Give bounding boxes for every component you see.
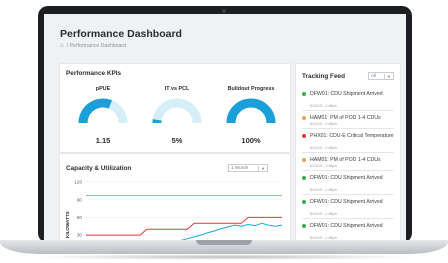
status-dot-icon: [302, 92, 306, 96]
feed-item-time: 8/10/15 - 1:48pm: [310, 146, 338, 150]
status-dot-icon: [302, 200, 306, 204]
gauge-buildout-progress: Buildout Progress 100%: [220, 86, 282, 145]
feed-divider: [302, 128, 394, 129]
feed-item-time: 8/10/15 - 1:48pm: [310, 164, 338, 168]
tracking-feed-panel: Tracking Feed All ▼ DFW01: CDU Shipment …: [296, 64, 400, 240]
status-dot-icon: [302, 116, 306, 120]
home-icon[interactable]: ⌂: [60, 43, 64, 49]
laptop-base-notch: [196, 240, 252, 245]
feed-divider: [302, 218, 394, 219]
camera-icon: [222, 9, 226, 13]
status-dot-icon: [302, 134, 306, 138]
feed-filter-select[interactable]: All ▼: [368, 72, 394, 80]
gauge-fill: [78, 98, 113, 124]
gauge-fill: [226, 98, 276, 124]
kpi-panel-title: Performance KPIs: [66, 70, 122, 77]
gauge-value: 100%: [241, 136, 261, 145]
laptop-shadow: [30, 254, 418, 260]
feed-divider: [302, 110, 394, 111]
feed-divider: [302, 152, 394, 153]
capacity-panel: Capacity & Utilization 1 Month ▼ 120 90 60…: [60, 154, 290, 240]
gauge-dial: [78, 98, 128, 124]
gauge-ppue: pPUE 1.15: [72, 86, 134, 145]
status-dot-icon: [302, 176, 306, 180]
feed-item-text: DFW01: CDU Shipment Arrived: [310, 175, 383, 181]
feed-item-time: 8/10/15 - 1:48pm: [310, 236, 338, 240]
feed-item-time: 8/10/15 - 1:48pm: [310, 212, 338, 216]
gauge-label: Buildout Progress: [227, 86, 275, 92]
feed-item-text: HAM01: PM of POD 1-4 CDUs: [310, 115, 381, 121]
feed-item-text: DFW01: CDU Shipment Arrived: [310, 223, 383, 229]
feed-divider: [302, 170, 394, 171]
chevron-down-icon: ▼: [384, 73, 391, 79]
gauge-dial: [152, 98, 202, 124]
feed-divider: [302, 194, 394, 195]
series-line: [180, 222, 283, 240]
capacity-chart: 120 90 60 30 KILOWATTS: [65, 180, 283, 240]
y-tick-label: 30: [77, 233, 83, 238]
gauge-track: [152, 98, 202, 124]
gauge-label: pPUE: [95, 86, 111, 92]
status-dot-icon: [302, 224, 306, 228]
kpi-panel: Performance KPIs pPUE 1.15 IT vs PCL 5% …: [60, 64, 290, 152]
feed-item-text: PHX01: CDU-E Critical Temperature: [310, 133, 394, 139]
y-tick-label: 90: [77, 197, 83, 202]
breadcrumb-current: / Performance Dashboard: [66, 43, 127, 49]
gauge-it-vs-pcl: IT vs PCL 5%: [146, 86, 208, 145]
page-title: Performance Dashboard: [60, 28, 182, 40]
feed-filter-value: All: [371, 73, 377, 79]
y-axis-label: KILOWATTS: [65, 211, 70, 238]
feed-item-time: 8/10/15 - 1:48pm: [310, 188, 338, 192]
feed-item-text: DFW01: CDU Shipment Arrived: [310, 199, 383, 205]
gauge-value: 5%: [171, 136, 183, 145]
y-tick-label: 120: [74, 180, 82, 185]
gauge-label: IT vs PCL: [164, 86, 190, 92]
series-line: [86, 216, 282, 236]
feed-item-text: HAM01: PM of POD 1-4 CDUs: [310, 157, 381, 163]
feed-item-time: 8/10/15 - 1:48pm: [310, 122, 338, 126]
feed-item-time: 8/10/15 - 1:48pm: [310, 104, 338, 108]
gauge-value: 1.15: [95, 136, 111, 145]
breadcrumb: ⌂ / Performance Dashboard: [60, 43, 126, 49]
y-tick-label: 60: [77, 215, 83, 220]
gauge-dial: [226, 98, 276, 124]
tracking-feed-title: Tracking Feed: [302, 73, 345, 80]
laptop-screen: Performance Dashboard ⌂ / Performance Da…: [44, 14, 406, 240]
status-dot-icon: [302, 158, 306, 162]
feed-item-text: DFW01: CDU Shipment Arrived: [310, 91, 383, 97]
